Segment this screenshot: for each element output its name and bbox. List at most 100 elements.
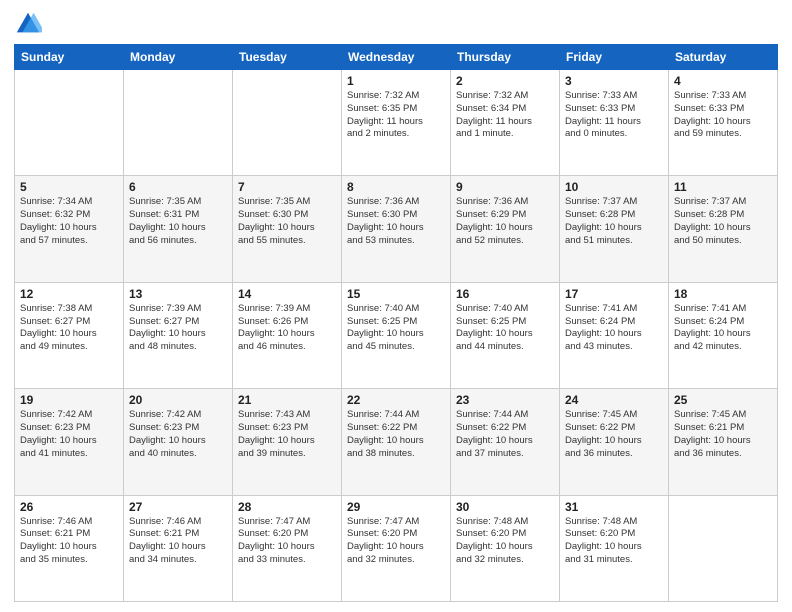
day-number: 22 xyxy=(347,393,445,407)
day-number: 2 xyxy=(456,74,554,88)
calendar-cell: 10 Sunrise: 7:37 AM Sunset: 6:28 PM Dayli… xyxy=(560,176,669,282)
calendar-cell xyxy=(233,70,342,176)
day-number: 10 xyxy=(565,180,663,194)
day-number: 9 xyxy=(456,180,554,194)
calendar-week-2: 5Sunrise: 7:34 AM Sunset: 6:32 PM Daylig… xyxy=(15,176,778,282)
calendar-cell: 17 Sunrise: 7:41 AM Sunset: 6:24 PM Dayli… xyxy=(560,282,669,388)
day-number: 16 xyxy=(456,287,554,301)
calendar-cell: 23 Sunrise: 7:44 AM Sunset: 6:22 PM Dayli… xyxy=(451,389,560,495)
day-number: 26 xyxy=(20,500,118,514)
day-number: 14 xyxy=(238,287,336,301)
calendar-cell: 9 Sunrise: 7:36 AM Sunset: 6:29 PM Daylig… xyxy=(451,176,560,282)
calendar-table: SundayMondayTuesdayWednesdayThursdayFrid… xyxy=(14,44,778,602)
calendar-cell: 21 Sunrise: 7:43 AM Sunset: 6:23 PM Dayli… xyxy=(233,389,342,495)
day-info: Sunrise: 7:37 AM Sunset: 6:28 PM Dayligh… xyxy=(565,196,663,247)
day-number: 13 xyxy=(129,287,227,301)
calendar-cell: 27 Sunrise: 7:46 AM Sunset: 6:21 PM Dayli… xyxy=(124,495,233,601)
calendar-cell: 15 Sunrise: 7:40 AM Sunset: 6:25 PM Dayli… xyxy=(342,282,451,388)
weekday-header-sunday: Sunday xyxy=(15,45,124,70)
day-info: Sunrise: 7:42 AM Sunset: 6:23 PM Dayligh… xyxy=(20,409,118,460)
calendar-cell: 20 Sunrise: 7:42 AM Sunset: 6:23 PM Dayli… xyxy=(124,389,233,495)
day-info: Sunrise: 7:43 AM Sunset: 6:23 PM Dayligh… xyxy=(238,409,336,460)
day-number: 19 xyxy=(20,393,118,407)
day-info: Sunrise: 7:46 AM Sunset: 6:21 PM Dayligh… xyxy=(129,516,227,567)
day-number: 12 xyxy=(20,287,118,301)
weekday-header-saturday: Saturday xyxy=(669,45,778,70)
calendar-cell: 14 Sunrise: 7:39 AM Sunset: 6:26 PM Dayli… xyxy=(233,282,342,388)
day-info: Sunrise: 7:39 AM Sunset: 6:26 PM Dayligh… xyxy=(238,303,336,354)
calendar-week-5: 26 Sunrise: 7:46 AM Sunset: 6:21 PM Dayli… xyxy=(15,495,778,601)
day-info: Sunrise: 7:38 AM Sunset: 6:27 PM Dayligh… xyxy=(20,303,118,354)
day-number: 18 xyxy=(674,287,772,301)
calendar-cell: 18 Sunrise: 7:41 AM Sunset: 6:24 PM Dayli… xyxy=(669,282,778,388)
day-info: Sunrise: 7:45 AM Sunset: 6:21 PM Dayligh… xyxy=(674,409,772,460)
day-info: Sunrise: 7:32 AM Sunset: 6:35 PM Dayligh… xyxy=(347,90,445,141)
day-info: Sunrise: 7:45 AM Sunset: 6:22 PM Dayligh… xyxy=(565,409,663,460)
day-info: Sunrise: 7:41 AM Sunset: 6:24 PM Dayligh… xyxy=(565,303,663,354)
weekday-header-tuesday: Tuesday xyxy=(233,45,342,70)
weekday-header-thursday: Thursday xyxy=(451,45,560,70)
calendar-cell xyxy=(669,495,778,601)
calendar-cell: 30 Sunrise: 7:48 AM Sunset: 6:20 PM Dayli… xyxy=(451,495,560,601)
day-info: Sunrise: 7:35 AM Sunset: 6:31 PM Dayligh… xyxy=(129,196,227,247)
day-number: 27 xyxy=(129,500,227,514)
day-info: Sunrise: 7:44 AM Sunset: 6:22 PM Dayligh… xyxy=(456,409,554,460)
day-number: 28 xyxy=(238,500,336,514)
calendar-cell: 22 Sunrise: 7:44 AM Sunset: 6:22 PM Dayli… xyxy=(342,389,451,495)
day-number: 1 xyxy=(347,74,445,88)
day-number: 23 xyxy=(456,393,554,407)
day-info: Sunrise: 7:46 AM Sunset: 6:21 PM Dayligh… xyxy=(20,516,118,567)
day-info: Sunrise: 7:39 AM Sunset: 6:27 PM Dayligh… xyxy=(129,303,227,354)
day-number: 6 xyxy=(129,180,227,194)
day-info: Sunrise: 7:36 AM Sunset: 6:29 PM Dayligh… xyxy=(456,196,554,247)
day-info: Sunrise: 7:47 AM Sunset: 6:20 PM Dayligh… xyxy=(347,516,445,567)
calendar-cell: 4Sunrise: 7:33 AM Sunset: 6:33 PM Daylig… xyxy=(669,70,778,176)
calendar-cell: 3 Sunrise: 7:33 AM Sunset: 6:33 PM Daylig… xyxy=(560,70,669,176)
calendar-week-3: 12 Sunrise: 7:38 AM Sunset: 6:27 PM Dayli… xyxy=(15,282,778,388)
day-number: 20 xyxy=(129,393,227,407)
day-info: Sunrise: 7:44 AM Sunset: 6:22 PM Dayligh… xyxy=(347,409,445,460)
day-number: 17 xyxy=(565,287,663,301)
weekday-header-monday: Monday xyxy=(124,45,233,70)
day-info: Sunrise: 7:40 AM Sunset: 6:25 PM Dayligh… xyxy=(347,303,445,354)
calendar-cell: 28Sunrise: 7:47 AM Sunset: 6:20 PM Dayli… xyxy=(233,495,342,601)
day-info: Sunrise: 7:34 AM Sunset: 6:32 PM Dayligh… xyxy=(20,196,118,247)
calendar-cell: 2 Sunrise: 7:32 AM Sunset: 6:34 PM Daylig… xyxy=(451,70,560,176)
day-info: Sunrise: 7:35 AM Sunset: 6:30 PM Dayligh… xyxy=(238,196,336,247)
calendar-cell: 8 Sunrise: 7:36 AM Sunset: 6:30 PM Daylig… xyxy=(342,176,451,282)
day-number: 21 xyxy=(238,393,336,407)
calendar-cell: 12 Sunrise: 7:38 AM Sunset: 6:27 PM Dayli… xyxy=(15,282,124,388)
day-number: 3 xyxy=(565,74,663,88)
day-info: Sunrise: 7:32 AM Sunset: 6:34 PM Dayligh… xyxy=(456,90,554,141)
calendar-cell: 16 Sunrise: 7:40 AM Sunset: 6:25 PM Dayli… xyxy=(451,282,560,388)
day-number: 25 xyxy=(674,393,772,407)
day-info: Sunrise: 7:33 AM Sunset: 6:33 PM Dayligh… xyxy=(565,90,663,141)
calendar-week-4: 19 Sunrise: 7:42 AM Sunset: 6:23 PM Dayli… xyxy=(15,389,778,495)
calendar-cell xyxy=(124,70,233,176)
weekday-header-row: SundayMondayTuesdayWednesdayThursdayFrid… xyxy=(15,45,778,70)
calendar-cell: 5Sunrise: 7:34 AM Sunset: 6:32 PM Daylig… xyxy=(15,176,124,282)
day-number: 7 xyxy=(238,180,336,194)
logo xyxy=(14,10,46,38)
calendar-cell: 13 Sunrise: 7:39 AM Sunset: 6:27 PM Dayli… xyxy=(124,282,233,388)
logo-icon xyxy=(14,10,42,38)
day-number: 4 xyxy=(674,74,772,88)
calendar-week-1: 1 Sunrise: 7:32 AM Sunset: 6:35 PM Daylig… xyxy=(15,70,778,176)
calendar-cell: 11Sunrise: 7:37 AM Sunset: 6:28 PM Dayli… xyxy=(669,176,778,282)
day-number: 29 xyxy=(347,500,445,514)
day-info: Sunrise: 7:37 AM Sunset: 6:28 PM Dayligh… xyxy=(674,196,772,247)
day-info: Sunrise: 7:36 AM Sunset: 6:30 PM Dayligh… xyxy=(347,196,445,247)
day-info: Sunrise: 7:40 AM Sunset: 6:25 PM Dayligh… xyxy=(456,303,554,354)
calendar-cell: 6 Sunrise: 7:35 AM Sunset: 6:31 PM Daylig… xyxy=(124,176,233,282)
day-info: Sunrise: 7:42 AM Sunset: 6:23 PM Dayligh… xyxy=(129,409,227,460)
day-number: 15 xyxy=(347,287,445,301)
weekday-header-wednesday: Wednesday xyxy=(342,45,451,70)
calendar-cell: 24Sunrise: 7:45 AM Sunset: 6:22 PM Dayli… xyxy=(560,389,669,495)
calendar-cell: 29 Sunrise: 7:47 AM Sunset: 6:20 PM Dayli… xyxy=(342,495,451,601)
day-number: 8 xyxy=(347,180,445,194)
calendar-cell: 31Sunrise: 7:48 AM Sunset: 6:20 PM Dayli… xyxy=(560,495,669,601)
day-number: 30 xyxy=(456,500,554,514)
day-info: Sunrise: 7:41 AM Sunset: 6:24 PM Dayligh… xyxy=(674,303,772,354)
calendar-cell: 1 Sunrise: 7:32 AM Sunset: 6:35 PM Daylig… xyxy=(342,70,451,176)
day-info: Sunrise: 7:48 AM Sunset: 6:20 PM Dayligh… xyxy=(456,516,554,567)
